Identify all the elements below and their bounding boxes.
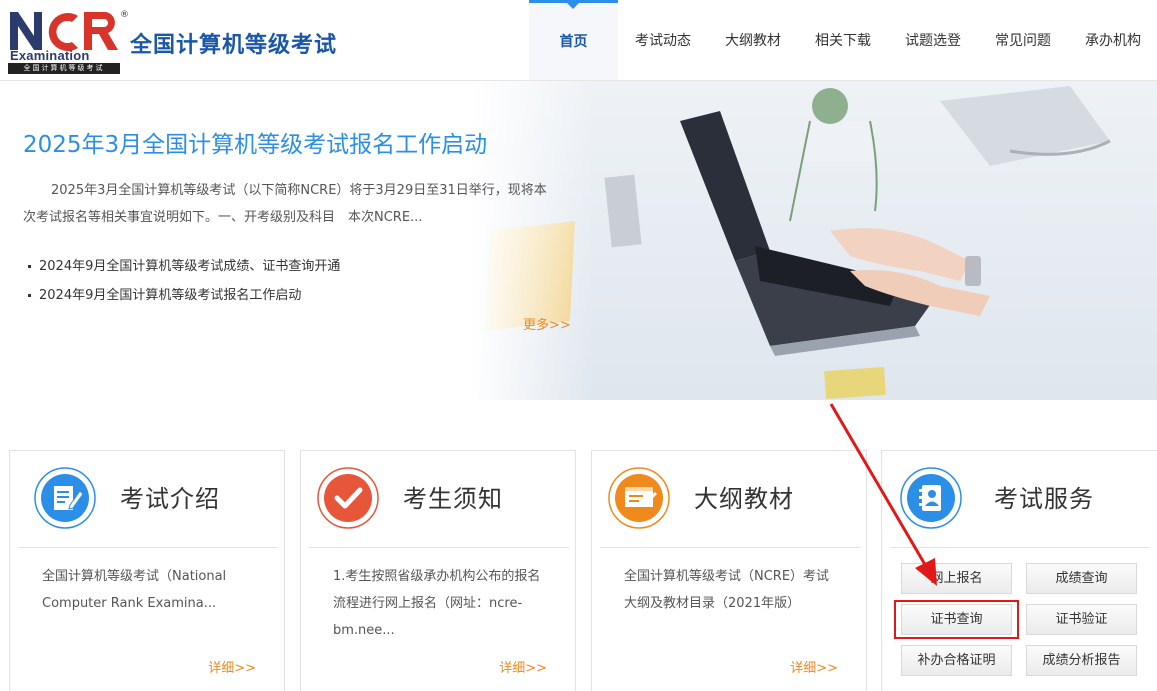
highlight-annotation-box — [894, 600, 1019, 639]
ncr-logo-mark — [10, 12, 118, 52]
card-syllabus: 大纲教材 全国计算机等级考试（NCRE）考试大纲及教材目录（2021年版） 详细… — [591, 450, 867, 691]
card-header: 考生须知 — [309, 467, 569, 548]
card-exam-intro: 考试介绍 全国计算机等级考试（National Computer Rank Ex… — [9, 450, 285, 691]
nav-item-label: 首页 — [559, 34, 588, 50]
reissue-certificate-button[interactable]: 补办合格证明 — [901, 645, 1012, 676]
card-header: 大纲教材 — [600, 467, 860, 548]
nav-item-label: 相关下载 — [815, 33, 871, 49]
syllabus-board-icon — [608, 467, 670, 529]
nav-item-sample-questions[interactable]: 试题选登 — [888, 0, 978, 80]
nav-item-label: 试题选登 — [905, 33, 961, 49]
laptop-typing-photo — [470, 81, 1157, 400]
news-list-item-label: 2024年9月全国计算机等级考试报名工作启动 — [39, 288, 302, 303]
card-header: 考试介绍 — [18, 467, 278, 548]
news-list-item-label: 2024年9月全国计算机等级考试成绩、证书查询开通 — [39, 259, 341, 274]
nav-item-home[interactable]: 首页 — [529, 0, 618, 80]
more-news-link[interactable]: 更多>> — [523, 314, 571, 333]
main-nav: 首页 考试动态 大纲教材 相关下载 试题选登 常见问题 承办机构 — [529, 0, 1157, 80]
nav-item-label: 考试动态 — [635, 33, 691, 49]
bullet-icon — [28, 265, 31, 268]
nav-item-label: 承办机构 — [1085, 33, 1141, 49]
card-description: 1.考生按照省级承办机构公布的报名流程进行网上报名（网址：ncre-bm.nee… — [333, 569, 541, 638]
card-detail-link[interactable]: 详细>> — [790, 657, 838, 676]
headline-news-link[interactable]: 2025年3月全国计算机等级考试报名工作启动 — [23, 125, 487, 159]
nav-active-caret-icon — [567, 3, 579, 9]
card-title: 考试介绍 — [120, 485, 220, 513]
checkmark-icon — [317, 467, 379, 529]
card-description: 全国计算机等级考试（NCRE）考试大纲及教材目录（2021年版） — [624, 569, 830, 611]
headline-news-summary: 2025年3月全国计算机等级考试（以下简称NCRE）将于3月29日至31日举行，… — [23, 183, 547, 225]
ncre-logo[interactable]: ® Examination 全国计算机等级考试 — [8, 8, 129, 74]
hero-banner: 2025年3月全国计算机等级考试报名工作启动 2025年3月全国计算机等级考试（… — [0, 81, 1157, 400]
card-candidate-notice: 考生须知 1.考生按照省级承办机构公布的报名流程进行网上报名（网址：ncre-b… — [300, 450, 576, 691]
nav-item-downloads[interactable]: 相关下载 — [798, 0, 888, 80]
site-header: ® Examination 全国计算机等级考试 全国计算机等级考试 首页 考试动… — [0, 0, 1157, 81]
news-list: 2024年9月全国计算机等级考试成绩、证书查询开通 2024年9月全国计算机等级… — [28, 252, 340, 310]
card-header: 考试服务 — [890, 467, 1150, 548]
bullet-icon — [28, 294, 31, 297]
contacts-book-icon — [900, 467, 962, 529]
nav-item-organizers[interactable]: 承办机构 — [1068, 0, 1157, 80]
nav-item-label: 大纲教材 — [725, 33, 781, 49]
card-detail-link[interactable]: 详细>> — [208, 657, 256, 676]
card-title: 考生须知 — [403, 485, 503, 513]
nav-item-label: 常见问题 — [995, 33, 1051, 49]
card-title: 大纲教材 — [694, 485, 794, 513]
news-list-item[interactable]: 2024年9月全国计算机等级考试成绩、证书查询开通 — [28, 252, 340, 281]
logo-subtitle-strip: 全国计算机等级考试 — [8, 63, 120, 74]
score-analysis-report-button[interactable]: 成绩分析报告 — [1026, 645, 1137, 676]
card-title: 考试服务 — [994, 485, 1094, 513]
registered-mark: ® — [120, 10, 129, 20]
logo-examination-text: Examination — [10, 48, 90, 63]
card-detail-link[interactable]: 详细>> — [499, 657, 547, 676]
news-list-item[interactable]: 2024年9月全国计算机等级考试报名工作启动 — [28, 281, 340, 310]
online-registration-button[interactable]: 网上报名 — [901, 563, 1012, 594]
nav-item-exam-news[interactable]: 考试动态 — [618, 0, 708, 80]
nav-item-syllabus[interactable]: 大纲教材 — [708, 0, 798, 80]
site-title: 全国计算机等级考试 — [130, 33, 338, 58]
pencil-document-icon — [34, 467, 96, 529]
certificate-verify-button[interactable]: 证书验证 — [1026, 604, 1137, 635]
card-description: 全国计算机等级考试（National Computer Rank Examina… — [42, 569, 227, 611]
score-query-button[interactable]: 成绩查询 — [1026, 563, 1137, 594]
nav-item-faq[interactable]: 常见问题 — [978, 0, 1068, 80]
